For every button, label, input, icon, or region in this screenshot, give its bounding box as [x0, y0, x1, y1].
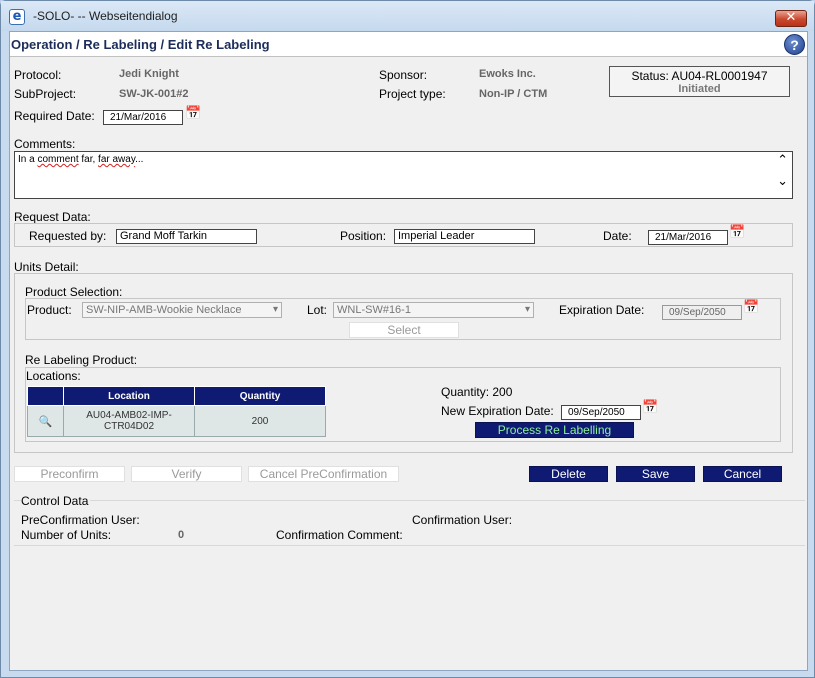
request-data-panel: Requested by: Grand Moff Tarkin Position… — [14, 223, 793, 247]
ie-icon: e — [9, 9, 25, 25]
quantity-cell: 200 — [194, 405, 326, 437]
subproject-label: SubProject: — [14, 87, 77, 101]
page-title: Operation / Re Labeling / Edit Re Labeli… — [11, 37, 270, 52]
process-relabelling-button[interactable]: Process Re Labelling — [475, 422, 634, 438]
control-data-bottom-divider — [14, 545, 805, 546]
header-bar: Operation / Re Labeling / Edit Re Labeli… — [10, 32, 807, 57]
new-expiration-field[interactable]: 09/Sep/2050 — [561, 405, 641, 420]
calendar-icon[interactable]: 📅 — [185, 107, 201, 121]
close-button[interactable]: ✕ — [775, 10, 807, 27]
sponsor-value: Ewoks Inc. — [479, 68, 536, 80]
chevron-down-icon: ▾ — [272, 304, 278, 315]
project-type-value: Non-IP / CTM — [479, 88, 548, 100]
required-date-field[interactable]: 21/Mar/2016 — [103, 110, 183, 125]
product-select[interactable]: SW-NIP-AMB-Wookie Necklace ▾ — [82, 302, 282, 318]
protocol-label: Protocol: — [14, 68, 62, 82]
table-header-quantity[interactable]: Quantity — [194, 386, 326, 406]
comment-text-misspelled2: far away — [98, 154, 136, 165]
process-relabelling-label: Process Re Labelling — [497, 423, 612, 437]
subproject-value: SW-JK-001#2 — [119, 88, 189, 100]
locations-table: Location Quantity 🔍 AU04-AMB02-IMP-CTR04… — [27, 386, 326, 437]
table-header-location[interactable]: Location — [63, 386, 195, 406]
help-icon[interactable]: ? — [784, 34, 805, 55]
dialog-window: e -SOLO- -- Webseitendialog ✕ Operation … — [0, 0, 815, 678]
calendar-icon[interactable]: 📅 — [642, 401, 658, 415]
select-button[interactable]: Select — [349, 322, 459, 338]
delete-button[interactable]: Delete — [529, 466, 608, 482]
product-selection-panel: Product: SW-NIP-AMB-Wookie Necklace ▾ Lo… — [25, 298, 781, 340]
comments-textarea[interactable]: In a comment far, far away... ⌃ ⌄ — [14, 151, 793, 199]
calendar-icon[interactable]: 📅 — [743, 301, 759, 315]
comment-text-prefix: In a — [18, 154, 38, 165]
product-selection-label: Product Selection: — [25, 285, 123, 299]
locations-label: Locations: — [26, 369, 81, 383]
number-of-units-value: 0 — [178, 529, 185, 541]
required-date-label: Required Date: — [14, 109, 95, 123]
lot-select-value: WNL-SW#16-1 — [337, 304, 411, 316]
protocol-value: Jedi Knight — [119, 68, 179, 80]
requested-by-label: Requested by: — [29, 229, 107, 243]
control-data-divider — [14, 500, 805, 501]
table-header-blank — [27, 386, 64, 406]
position-label: Position: — [340, 229, 387, 243]
verify-button[interactable]: Verify — [131, 466, 242, 482]
sponsor-label: Sponsor: — [379, 68, 428, 82]
scroll-up-icon[interactable]: ⌃ — [777, 153, 788, 168]
quantity-text: Quantity: 200 — [441, 385, 513, 399]
cancel-button[interactable]: Cancel — [703, 466, 782, 482]
status-box: Status: AU04-RL0001947 Initiated — [609, 66, 790, 97]
expiration-date-label: Expiration Date: — [559, 303, 645, 317]
project-type-label: Project type: — [379, 87, 446, 101]
calendar-icon[interactable]: 📅 — [729, 226, 745, 240]
product-select-value: SW-NIP-AMB-Wookie Necklace — [86, 304, 242, 316]
chevron-down-icon: ▾ — [524, 304, 530, 315]
lot-label: Lot: — [307, 303, 328, 317]
confirmation-user-label: Confirmation User: — [412, 513, 513, 527]
units-detail-label: Units Detail: — [14, 260, 79, 274]
title-bar[interactable]: e -SOLO- -- Webseitendialog ✕ — [1, 1, 814, 31]
comment-text-suffix: ... — [135, 154, 144, 165]
preconfirmation-user-label: PreConfirmation User: — [21, 513, 140, 527]
requested-by-input[interactable]: Grand Moff Tarkin — [116, 229, 257, 244]
expiration-date-field: 09/Sep/2050 — [662, 305, 742, 320]
request-data-label: Request Data: — [14, 210, 91, 224]
new-expiration-label: New Expiration Date: — [441, 404, 554, 418]
status-id: Status: AU04-RL0001947 — [631, 69, 768, 83]
comment-text-mid: far, — [78, 154, 99, 165]
comments-label: Comments: — [14, 137, 76, 151]
control-data-label: Control Data — [21, 494, 91, 508]
window-title: -SOLO- -- Webseitendialog — [33, 9, 178, 23]
magnifier-icon[interactable]: 🔍 — [27, 405, 64, 437]
confirmation-comment-label: Confirmation Comment: — [276, 528, 403, 542]
number-of-units-label: Number of Units: — [21, 528, 112, 542]
table-row[interactable]: 🔍 AU04-AMB02-IMP-CTR04D02 200 — [27, 405, 326, 437]
preconfirm-button[interactable]: Preconfirm — [14, 466, 125, 482]
location-cell: AU04-AMB02-IMP-CTR04D02 — [63, 405, 195, 437]
dialog-content: Operation / Re Labeling / Edit Re Labeli… — [9, 31, 808, 671]
request-date-field[interactable]: 21/Mar/2016 — [648, 230, 728, 245]
save-button[interactable]: Save — [616, 466, 695, 482]
status-state: Initiated — [678, 83, 721, 95]
product-label: Product: — [27, 303, 72, 317]
cancel-preconfirmation-button[interactable]: Cancel PreConfirmation — [248, 466, 399, 482]
comment-text-misspelled: comment — [37, 154, 79, 165]
position-input[interactable]: Imperial Leader — [394, 229, 535, 244]
scroll-down-icon[interactable]: ⌄ — [777, 174, 788, 189]
relabeling-product-label: Re Labeling Product: — [25, 353, 138, 367]
request-date-label: Date: — [603, 229, 632, 243]
lot-select[interactable]: WNL-SW#16-1 ▾ — [333, 302, 534, 318]
